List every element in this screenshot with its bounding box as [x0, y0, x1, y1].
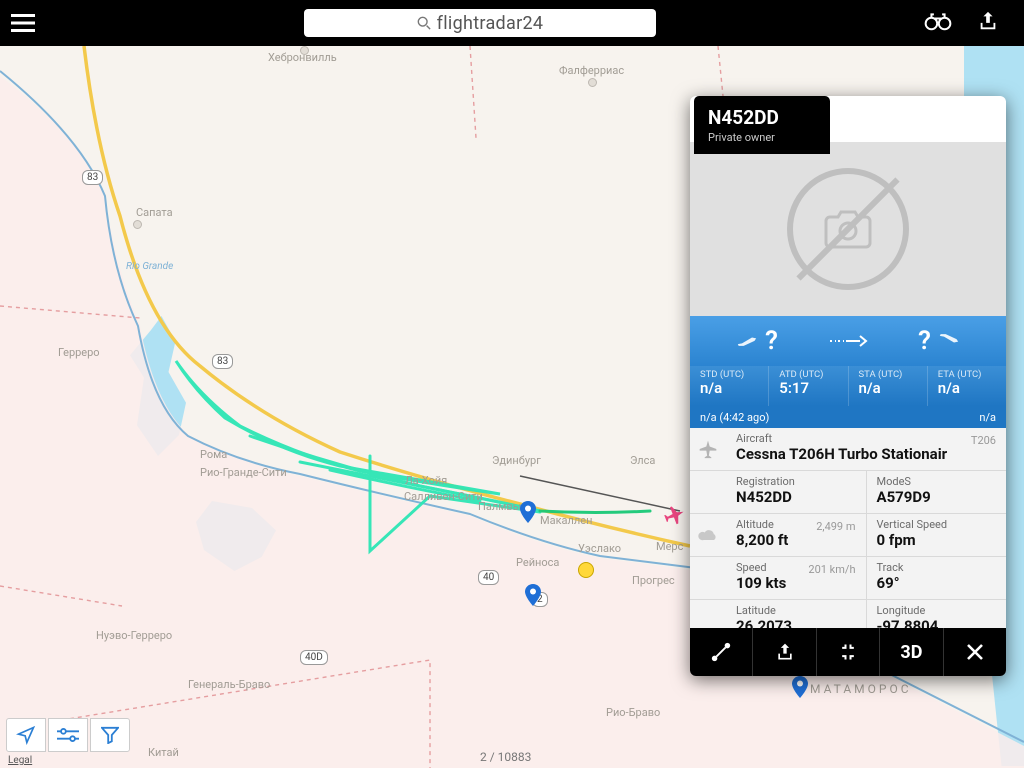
sta-label: STA (UTC): [859, 369, 917, 380]
cloud-icon: [690, 514, 726, 556]
map-pin-blue-3[interactable]: [792, 676, 808, 698]
three-d-button[interactable]: 3D: [880, 628, 943, 676]
share-icon[interactable]: [974, 10, 1002, 36]
lon-label: Longitude: [877, 605, 997, 616]
plane-takeoff-icon: [737, 332, 757, 351]
map-tools: [6, 718, 130, 752]
binoculars-icon[interactable]: [924, 10, 952, 36]
city-matamoros: МАТАМОРОС: [810, 682, 912, 696]
search-input[interactable]: flightradar24: [304, 9, 656, 37]
altitude-value: 8,200 ft: [736, 532, 856, 549]
lon-value: -97.8804: [877, 618, 997, 628]
panel-header: N452DD Private owner: [694, 96, 830, 154]
panel-owner: Private owner: [708, 131, 816, 144]
aircraft-photo-placeholder: [690, 142, 1006, 316]
route-origin: ?: [765, 326, 778, 356]
city-reynosa: Рейноса: [516, 556, 559, 569]
track-value: 69°: [877, 575, 997, 592]
vspeed-label: Vertical Speed: [877, 519, 997, 530]
route-button[interactable]: [690, 628, 753, 676]
city-edinburg: Эдинбург: [492, 454, 541, 467]
aircraft-icon: [690, 428, 726, 470]
shield-40d: 40D: [300, 650, 328, 665]
vspeed-value: 0 fpm: [877, 532, 997, 549]
panel-callsign: N452DD: [708, 106, 816, 129]
city-riobravo: Рио-Браво: [606, 706, 660, 719]
registration-value: N452DD: [736, 489, 856, 506]
progress-bar: n/a (4:42 ago) n/a: [690, 406, 1006, 428]
lat-value: 26.2073: [736, 618, 856, 628]
speed-aside: 201 km/h: [808, 563, 855, 576]
close-button[interactable]: [944, 628, 1006, 676]
details-section: Aircraft T206 Cessna T206H Turbo Station…: [690, 428, 1006, 628]
tool-navigate[interactable]: [6, 718, 46, 752]
altitude-aside: 2,499 m: [816, 520, 855, 533]
city-generalbravo: Генераль-Браво: [188, 678, 270, 691]
app-header: flightradar24: [0, 0, 1024, 46]
map-pin-blue-2[interactable]: [525, 584, 541, 606]
modes-value: A579D9: [877, 489, 997, 506]
city-guerrero: Герреро: [58, 346, 100, 359]
plane-landing-icon: [939, 332, 959, 351]
std-label: STD (UTC): [700, 369, 758, 380]
atd-label: ATD (UTC): [779, 369, 837, 380]
legal-link[interactable]: Legal: [8, 755, 32, 766]
aircraft-value: Cessna T206H Turbo Stationair: [736, 446, 996, 463]
progress-right: n/a: [979, 411, 996, 424]
lat-label: Latitude: [736, 605, 856, 616]
city-falfurrias: Фалферриас: [559, 64, 624, 77]
city-mcallen: Макаллен: [540, 514, 592, 527]
speed-value: 109 kts: [736, 575, 856, 592]
times-row: STD (UTC)n/a ATD (UTC)5:17 STA (UTC)n/a …: [690, 366, 1006, 406]
search-placeholder: flightradar24: [437, 13, 544, 34]
river-label: Rio Grande: [126, 261, 173, 272]
tool-settings[interactable]: [48, 718, 88, 752]
eta-label: ETA (UTC): [938, 369, 996, 380]
search-wrap: flightradar24: [46, 9, 914, 37]
route-destination: ?: [918, 326, 931, 356]
city-mercedes: Мерс: [656, 540, 683, 553]
share-button[interactable]: [753, 628, 816, 676]
tool-filter[interactable]: [90, 718, 130, 752]
aircraft-type: T206: [971, 434, 996, 447]
map-marker-yellow[interactable]: [578, 562, 594, 578]
collapse-button[interactable]: [817, 628, 880, 676]
route-bar: ? ?: [690, 316, 1006, 366]
shield-83a: 83: [82, 170, 103, 185]
track-label: Track: [877, 562, 997, 573]
flight-detail-panel: N452DD Private owner ? ? STD (UTC)n/a AT…: [690, 96, 1006, 676]
city-elsa: Элса: [630, 454, 655, 467]
atd-value: 5:17: [779, 381, 837, 396]
city-lajoya: Ла-Хойя: [405, 474, 447, 487]
city-china: Китай: [148, 746, 179, 759]
sta-value: n/a: [859, 381, 917, 396]
city-zapata: Сапата: [136, 206, 173, 219]
panel-actions: 3D: [690, 628, 1006, 676]
registration-label: Registration: [736, 476, 856, 487]
city-progreso: Прогрес: [632, 574, 675, 587]
map-pin-blue-1[interactable]: [520, 501, 536, 523]
route-arrow-icon: [825, 334, 871, 348]
modes-label: ModeS: [877, 476, 997, 487]
std-value: n/a: [700, 381, 758, 396]
map-counter: 2 / 10883: [480, 750, 531, 764]
shield-40: 40: [478, 570, 499, 585]
city-riograndecity: Рио-Гранде-Сити: [200, 466, 287, 479]
progress-left: n/a (4:42 ago): [700, 411, 769, 424]
shield-83b: 83: [212, 354, 233, 369]
menu-button[interactable]: [0, 0, 46, 46]
city-sullivancity: Салливен-Сити: [404, 490, 483, 503]
city-roma: Рома: [200, 448, 227, 461]
no-photo-icon: [787, 168, 909, 290]
city-nuevoguerrero: Нуэво-Герреро: [96, 629, 172, 642]
eta-value: n/a: [938, 381, 996, 396]
aircraft-label: Aircraft: [736, 433, 996, 444]
city-weslaco: Уэслако: [578, 542, 621, 555]
